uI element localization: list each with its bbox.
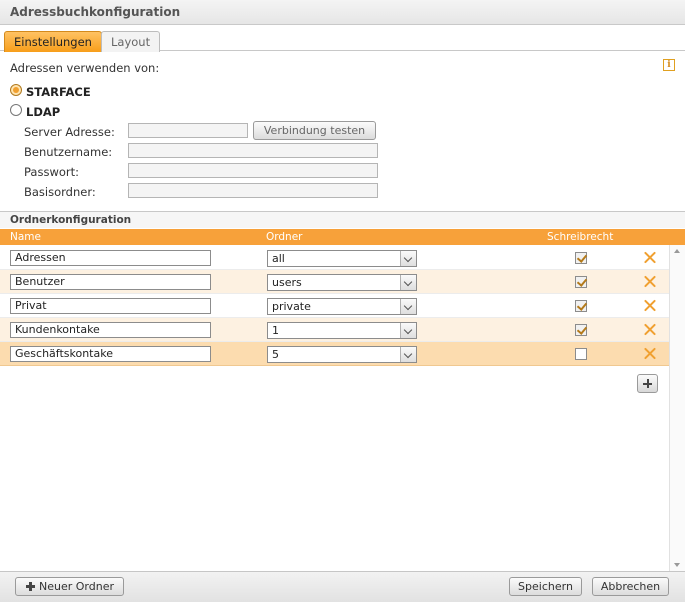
folder-select[interactable]: private [267, 298, 417, 315]
table-row: Benutzer users [0, 270, 669, 294]
plus-icon [26, 582, 35, 591]
chevron-down-icon [400, 347, 416, 362]
new-folder-button[interactable]: Neuer Ordner [15, 577, 124, 596]
add-row-button[interactable] [637, 374, 658, 393]
chevron-down-icon [400, 251, 416, 266]
info-icon[interactable]: i [663, 59, 675, 71]
folder-name-input[interactable]: Geschäftskontake [10, 346, 211, 362]
base-folder-label: Basisordner: [24, 185, 96, 199]
folder-name-input[interactable]: Adressen [10, 250, 211, 266]
write-checkbox[interactable] [575, 276, 587, 288]
table-row: Kundenkontake 1 [0, 318, 669, 342]
chevron-down-icon [400, 275, 416, 290]
tab-einstellungen[interactable]: Einstellungen [4, 31, 102, 52]
table-row: Geschäftskontake 5 [0, 342, 669, 366]
folder-name-input[interactable]: Benutzer [10, 274, 211, 290]
column-write: Schreibrecht [547, 231, 614, 243]
column-folder: Ordner [266, 231, 303, 243]
write-checkbox[interactable] [575, 324, 587, 336]
scroll-up-icon[interactable] [674, 249, 680, 253]
radio-ldap-label: LDAP [26, 105, 61, 119]
folder-select-value: users [272, 276, 302, 289]
folder-select[interactable]: users [267, 274, 417, 291]
write-checkbox[interactable] [575, 252, 587, 264]
delete-icon[interactable] [643, 274, 657, 288]
radio-ldap[interactable] [10, 104, 22, 116]
folder-select-value: all [272, 252, 285, 265]
tab-bar: Einstellungen Layout [0, 29, 685, 52]
test-connection-button[interactable]: Verbindung testen [253, 121, 376, 140]
radio-starface[interactable] [10, 84, 22, 96]
new-folder-label: Neuer Ordner [39, 580, 114, 593]
server-address-field[interactable] [128, 123, 248, 138]
radio-starface-label: STARFACE [26, 85, 91, 99]
write-checkbox[interactable] [575, 348, 587, 360]
server-address-label: Server Adresse: [24, 125, 115, 139]
folder-section-title: Ordnerkonfiguration [10, 214, 132, 226]
folder-name-input[interactable]: Kundenkontake [10, 322, 211, 338]
title-bar: Adressbuchkonfiguration [0, 0, 685, 25]
username-field[interactable] [128, 143, 378, 158]
folder-table-header: Name Ordner Schreibrecht [0, 229, 685, 245]
delete-icon[interactable] [643, 346, 657, 360]
username-label: Benutzername: [24, 145, 113, 159]
folder-name-input[interactable]: Privat [10, 298, 211, 314]
column-name: Name [10, 231, 41, 243]
window-title: Adressbuchkonfiguration [10, 5, 181, 19]
table-row: Privat private [0, 294, 669, 318]
tab-layout[interactable]: Layout [101, 31, 161, 52]
folder-select-value: private [272, 300, 311, 313]
folder-select[interactable]: 1 [267, 322, 417, 339]
folder-select[interactable]: 5 [267, 346, 417, 363]
chevron-down-icon [400, 323, 416, 338]
base-folder-field[interactable] [128, 183, 378, 198]
table-row: Adressen all [0, 246, 669, 270]
folder-select[interactable]: all [267, 250, 417, 267]
password-label: Passwort: [24, 165, 80, 179]
folder-section-header: Ordnerkonfiguration [0, 211, 685, 228]
delete-icon[interactable] [643, 250, 657, 264]
scrollbar[interactable] [669, 245, 685, 571]
write-checkbox[interactable] [575, 300, 587, 312]
folder-select-value: 5 [272, 348, 279, 361]
footer-bar: Neuer Ordner Speichern Abbrechen [0, 571, 685, 602]
delete-icon[interactable] [643, 298, 657, 312]
scroll-down-icon[interactable] [674, 563, 680, 567]
chevron-down-icon [400, 299, 416, 314]
cancel-button[interactable]: Abbrechen [592, 577, 669, 596]
save-button[interactable]: Speichern [509, 577, 582, 596]
folder-select-value: 1 [272, 324, 279, 337]
password-field[interactable] [128, 163, 378, 178]
source-label: Adressen verwenden von: [10, 61, 160, 75]
delete-icon[interactable] [643, 322, 657, 336]
